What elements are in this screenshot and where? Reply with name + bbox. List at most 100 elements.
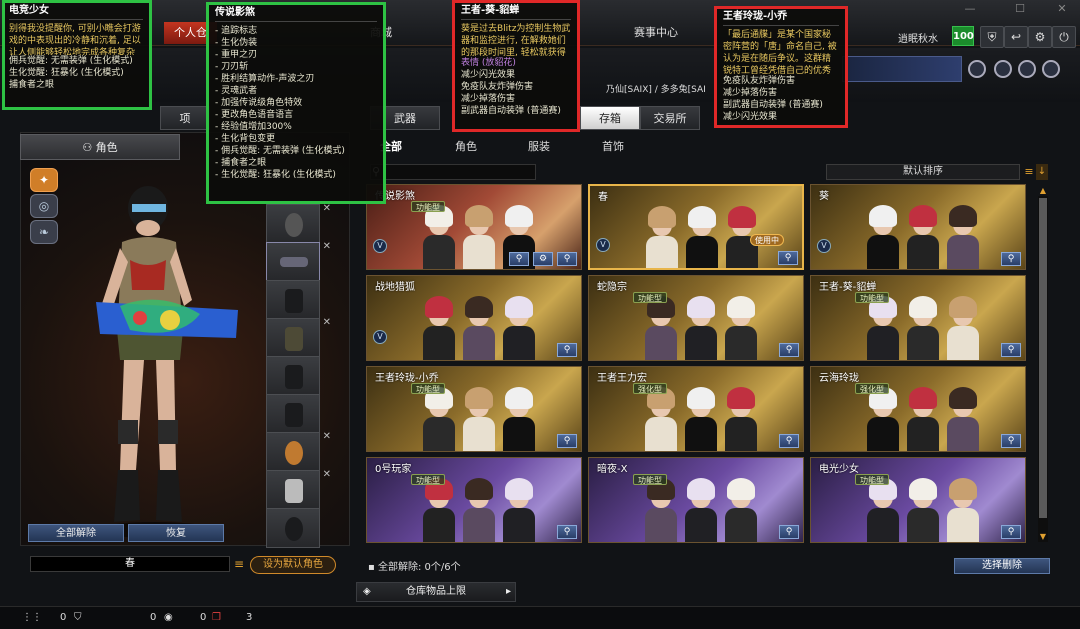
wing-emblem-icon[interactable]: ❧ (30, 220, 58, 244)
list-icon[interactable]: ≡ (232, 556, 246, 572)
maximize-icon[interactable]: ☐ (1010, 2, 1030, 16)
add-icon[interactable]: ⚲ (557, 252, 577, 266)
character-portraits (421, 288, 551, 360)
slot-accessory[interactable]: ✕ (266, 431, 331, 472)
search-icon[interactable]: ⚲ (1001, 434, 1021, 448)
bird-emblem-icon[interactable]: ✦ (30, 168, 58, 192)
item-card-name: 蛇隐宗 (597, 282, 627, 293)
item-card[interactable]: 王者王力宏 强化型 ⚲ (588, 366, 804, 452)
slot-backpack[interactable] (266, 508, 320, 548)
search-icon[interactable]: ⚲ (557, 434, 577, 448)
remove-icon[interactable]: ✕ (323, 317, 331, 328)
item-card[interactable]: 王者玲珑-小乔 功能型 ⚲ (366, 366, 582, 452)
sort-arrow-icon[interactable]: ↓ (1036, 164, 1048, 180)
subtab-accessory[interactable]: 首饰 (602, 138, 624, 154)
role-tab[interactable]: ⚇ 角色 (20, 134, 180, 160)
mask-emblem-icon[interactable]: ◎ (30, 194, 58, 218)
rank-shield-icon[interactable]: ⛨ (980, 26, 1004, 48)
search-icon[interactable]: ⚲ (1001, 525, 1021, 539)
power-icon[interactable]: ⏻ (1052, 26, 1076, 48)
remove-all-count-label: 全部解除: 0个/6个 (377, 562, 461, 573)
item-card[interactable]: 0号玩家 功能型 ⚲ (366, 457, 582, 543)
search-icon[interactable]: ⚲ (1001, 343, 1021, 357)
item-card[interactable]: 蛇隐宗 功能型 ⚲ (588, 275, 804, 361)
shield-icon[interactable]: ⛉ (74, 612, 82, 623)
remove-icon[interactable]: ✕ (323, 241, 331, 252)
scroll-down-icon[interactable]: ▼ (1038, 532, 1048, 542)
menu-icon[interactable]: ⋮⋮ (22, 612, 42, 623)
badge-emblem-icon[interactable] (968, 60, 986, 78)
return-icon[interactable]: ↩ (1004, 26, 1028, 48)
search-icon[interactable]: ⚲ (509, 252, 529, 266)
search-icon[interactable]: ⚲ (1001, 252, 1021, 266)
chat-icon[interactable]: ◉ (164, 612, 173, 623)
search-input[interactable] (370, 164, 536, 180)
gear-icon[interactable]: ⚙ (1028, 26, 1052, 48)
item-card[interactable]: 暗夜-X 功能型 ⚲ (588, 457, 804, 543)
search-icon[interactable]: ⚲ (778, 251, 798, 265)
item-card-name: 0号玩家 (375, 464, 412, 475)
sort-select[interactable]: 默认排序 (826, 164, 1020, 180)
remove-icon[interactable]: ✕ (323, 203, 331, 214)
tab-event-center[interactable]: 赛事中心 (624, 22, 688, 44)
stat-d: 3 (246, 612, 253, 623)
item-card[interactable]: 战地猎狐 V ⚲ (366, 275, 582, 361)
list-icon[interactable]: ≡ (1022, 164, 1036, 180)
close-window-icon[interactable]: ✕ (1052, 2, 1072, 16)
character-model[interactable] (60, 170, 250, 540)
search-icon[interactable]: ⚲ (557, 343, 577, 357)
subtab-costume[interactable]: 服装 (528, 138, 550, 154)
restore-button[interactable]: 恢复 (128, 524, 224, 542)
badge-wing-icon[interactable] (1042, 60, 1060, 78)
minimize-icon[interactable]: — (960, 2, 980, 16)
remove-all-count: ▪ 全部解除: 0个/6个 (368, 558, 461, 573)
search-icon[interactable]: ⚲ (779, 343, 799, 357)
item-card[interactable]: 电光少女 功能型 ⚲ (810, 457, 1026, 543)
annotation-frame (2, 0, 152, 110)
scrollbar-thumb[interactable] (1039, 198, 1047, 518)
gear-icon[interactable]: ⚙ (533, 252, 553, 266)
remove-all-button[interactable]: 全部解除 (28, 524, 124, 542)
slot-body[interactable] (266, 280, 320, 320)
badge-gem-icon[interactable] (1018, 60, 1036, 78)
grade-emblem-icon: V (373, 239, 387, 253)
tab-exchange[interactable]: 交易所 (640, 106, 700, 130)
item-card[interactable]: 王者-葵-貂蝉 功能型 ⚲ (810, 275, 1026, 361)
search-icon[interactable]: ⚲ (779, 525, 799, 539)
set-default-role-button[interactable]: 设为默认角色 (250, 556, 336, 574)
person-add-icon: ⚇ (82, 141, 96, 154)
stat-b: 0 (150, 612, 157, 623)
grade-emblem-icon: V (596, 238, 610, 252)
character-portraits (865, 197, 995, 269)
chevron-right-icon: ▸ (505, 586, 511, 597)
storage-limit-button[interactable]: ◈ 仓库物品上限 ▸ (356, 582, 516, 602)
slot-vest[interactable]: ✕ (266, 317, 331, 358)
tab-storage-box[interactable]: 存箱 (580, 106, 640, 130)
slot-torso[interactable] (266, 356, 320, 396)
tab-role-category[interactable]: 项 (160, 106, 210, 130)
item-card[interactable]: 云海玲珑 强化型 ⚲ (810, 366, 1026, 452)
remove-icon[interactable]: ✕ (323, 469, 331, 480)
item-card[interactable]: 春 V 使用中 ⚲ (588, 184, 804, 270)
gift-icon[interactable]: ❒ (212, 612, 221, 623)
status-bar (0, 606, 1080, 629)
annotation-frame (714, 6, 848, 128)
badge-globe-icon[interactable] (994, 60, 1012, 78)
select-delete-button[interactable]: 选择删除 (954, 558, 1050, 574)
slot-pants[interactable] (266, 394, 320, 434)
item-card[interactable]: 葵 V ⚲ (810, 184, 1026, 270)
search-icon[interactable]: ⚲ (557, 525, 577, 539)
item-type-badge: 功能型 (411, 383, 445, 394)
layers-icon: ◈ (363, 586, 371, 597)
remove-icon[interactable]: ✕ (323, 431, 331, 442)
item-card-name: 葵 (819, 191, 829, 202)
scroll-up-icon[interactable]: ▲ (1038, 186, 1048, 196)
weapon-banner[interactable] (842, 56, 962, 82)
slot-eyewear[interactable]: ✕ (266, 241, 331, 282)
item-card[interactable]: 传说影煞 功能型 V ⚲ ⚙ ⚲ (366, 184, 582, 270)
subtab-role[interactable]: 角色 (455, 138, 477, 154)
search-icon[interactable]: ⚲ (779, 434, 799, 448)
slot-pet[interactable]: ✕ (266, 469, 331, 510)
slot-headgear[interactable]: ✕ (266, 203, 331, 244)
character-name-field[interactable]: 春 (30, 556, 230, 572)
